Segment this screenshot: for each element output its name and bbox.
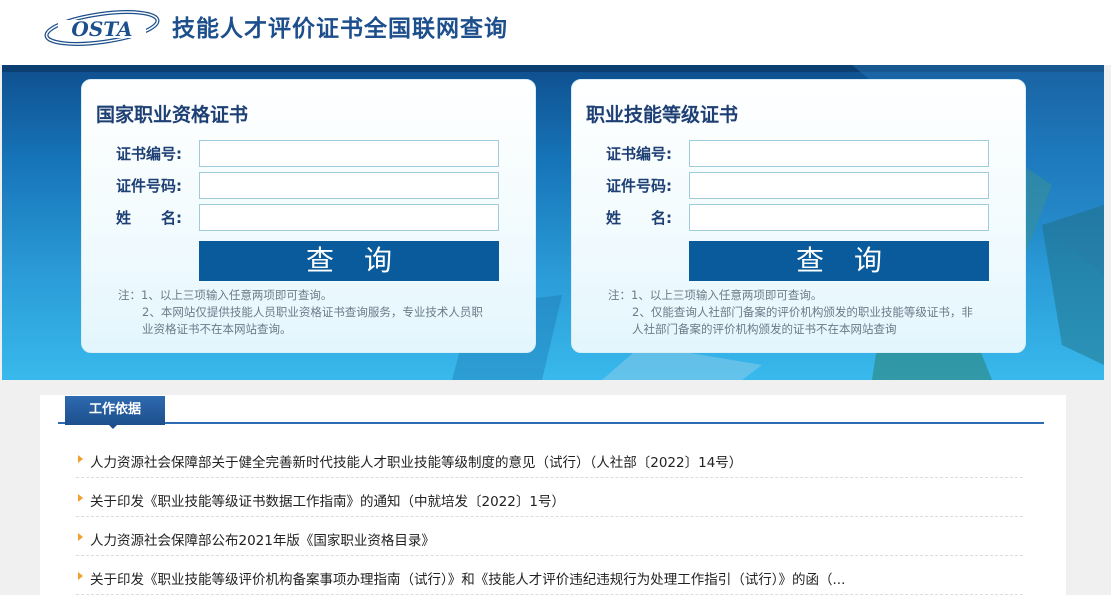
note-line: 2、仅能查询人社部门备案的评价机构颁发的职业技能等级证书，非	[632, 305, 973, 319]
notes: 注：1、以上三项输入任意两项即可查询。 2、仅能查询人社部门备案的评价机构颁发的…	[608, 287, 993, 338]
site-title: 技能人才评价证书全国联网查询	[172, 16, 508, 42]
tab-pointer-icon	[108, 424, 118, 429]
site-header: OSTA 技能人才评价证书全国联网查询	[0, 0, 1111, 65]
id-number-label: 证件号码:	[606, 177, 672, 195]
qualification-certificate-card: 国家职业资格证书 证书编号: 证件号码: 姓 名: 查询 注：1、以上三项输入任…	[81, 79, 536, 353]
bullet-arrow-icon	[78, 455, 83, 463]
bullet-arrow-icon	[78, 494, 83, 502]
tab-bar: 工作依据	[58, 395, 1044, 429]
bullet-arrow-icon	[78, 572, 83, 580]
notes: 注：1、以上三项输入任意两项即可查询。 2、本网站仅提供技能人员职业资格证书查询…	[118, 287, 503, 338]
name-label: 姓 名:	[606, 209, 672, 227]
list-item: 人力资源社会保障部关于健全完善新时代技能人才职业技能等级制度的意见（试行）（人社…	[76, 439, 1023, 478]
news-link[interactable]: 关于印发《职业技能等级评价机构备案事项办理指南（试行）》和《技能人才评价违纪违规…	[90, 568, 845, 588]
search-banner: 国家职业资格证书 证书编号: 证件号码: 姓 名: 查询 注：1、以上三项输入任…	[2, 65, 1104, 380]
certificate-number-input[interactable]	[689, 140, 989, 167]
list-item: 人力资源社会保障部公布2021年版《国家职业资格目录》	[76, 517, 1023, 556]
certificate-number-input[interactable]	[199, 140, 499, 167]
name-input[interactable]	[199, 204, 499, 231]
note-line: 2、本网站仅提供技能人员职业资格证书查询服务，专业技术人员职	[142, 305, 483, 319]
news-link[interactable]: 关于印发《职业技能等级证书数据工作指南》的通知（中就培发〔2022〕1号）	[90, 490, 565, 510]
skill-level-certificate-card: 职业技能等级证书 证书编号: 证件号码: 姓 名: 查询 注：1、以上三项输入任…	[571, 79, 1026, 353]
svg-text:OSTA: OSTA	[71, 17, 132, 41]
query-button[interactable]: 查询	[199, 241, 499, 281]
query-button[interactable]: 查询	[689, 241, 989, 281]
card-title: 国家职业资格证书	[96, 104, 249, 126]
certificate-number-label: 证书编号:	[116, 145, 182, 163]
list-item: 关于印发《职业技能等级评价机构备案事项办理指南（试行）》和《技能人才评价违纪违规…	[76, 556, 1023, 595]
name-label: 姓 名:	[116, 209, 182, 227]
id-number-label: 证件号码:	[116, 177, 182, 195]
id-number-input[interactable]	[199, 172, 499, 199]
osta-logo[interactable]: OSTA	[42, 6, 162, 48]
note-line: 人社部门备案的评价机构颁发的证书不在本网站查询	[632, 322, 897, 336]
tab-work-basis[interactable]: 工作依据	[65, 396, 165, 425]
work-basis-section: 工作依据 人力资源社会保障部关于健全完善新时代技能人才职业技能等级制度的意见（试…	[40, 395, 1066, 595]
note-line: 注：1、以上三项输入任意两项即可查询。	[118, 288, 333, 302]
note-line: 业资格证书不在本网站查询。	[142, 322, 292, 336]
bullet-arrow-icon	[78, 533, 83, 541]
news-list: 人力资源社会保障部关于健全完善新时代技能人才职业技能等级制度的意见（试行）（人社…	[76, 439, 1023, 595]
note-line: 注：1、以上三项输入任意两项即可查询。	[608, 288, 823, 302]
id-number-input[interactable]	[689, 172, 989, 199]
list-item: 关于印发《职业技能等级证书数据工作指南》的通知（中就培发〔2022〕1号）	[76, 478, 1023, 517]
card-title: 职业技能等级证书	[586, 104, 739, 126]
name-input[interactable]	[689, 204, 989, 231]
news-link[interactable]: 人力资源社会保障部公布2021年版《国家职业资格目录》	[90, 529, 435, 549]
news-link[interactable]: 人力资源社会保障部关于健全完善新时代技能人才职业技能等级制度的意见（试行）（人社…	[90, 451, 742, 471]
certificate-number-label: 证书编号:	[606, 145, 672, 163]
